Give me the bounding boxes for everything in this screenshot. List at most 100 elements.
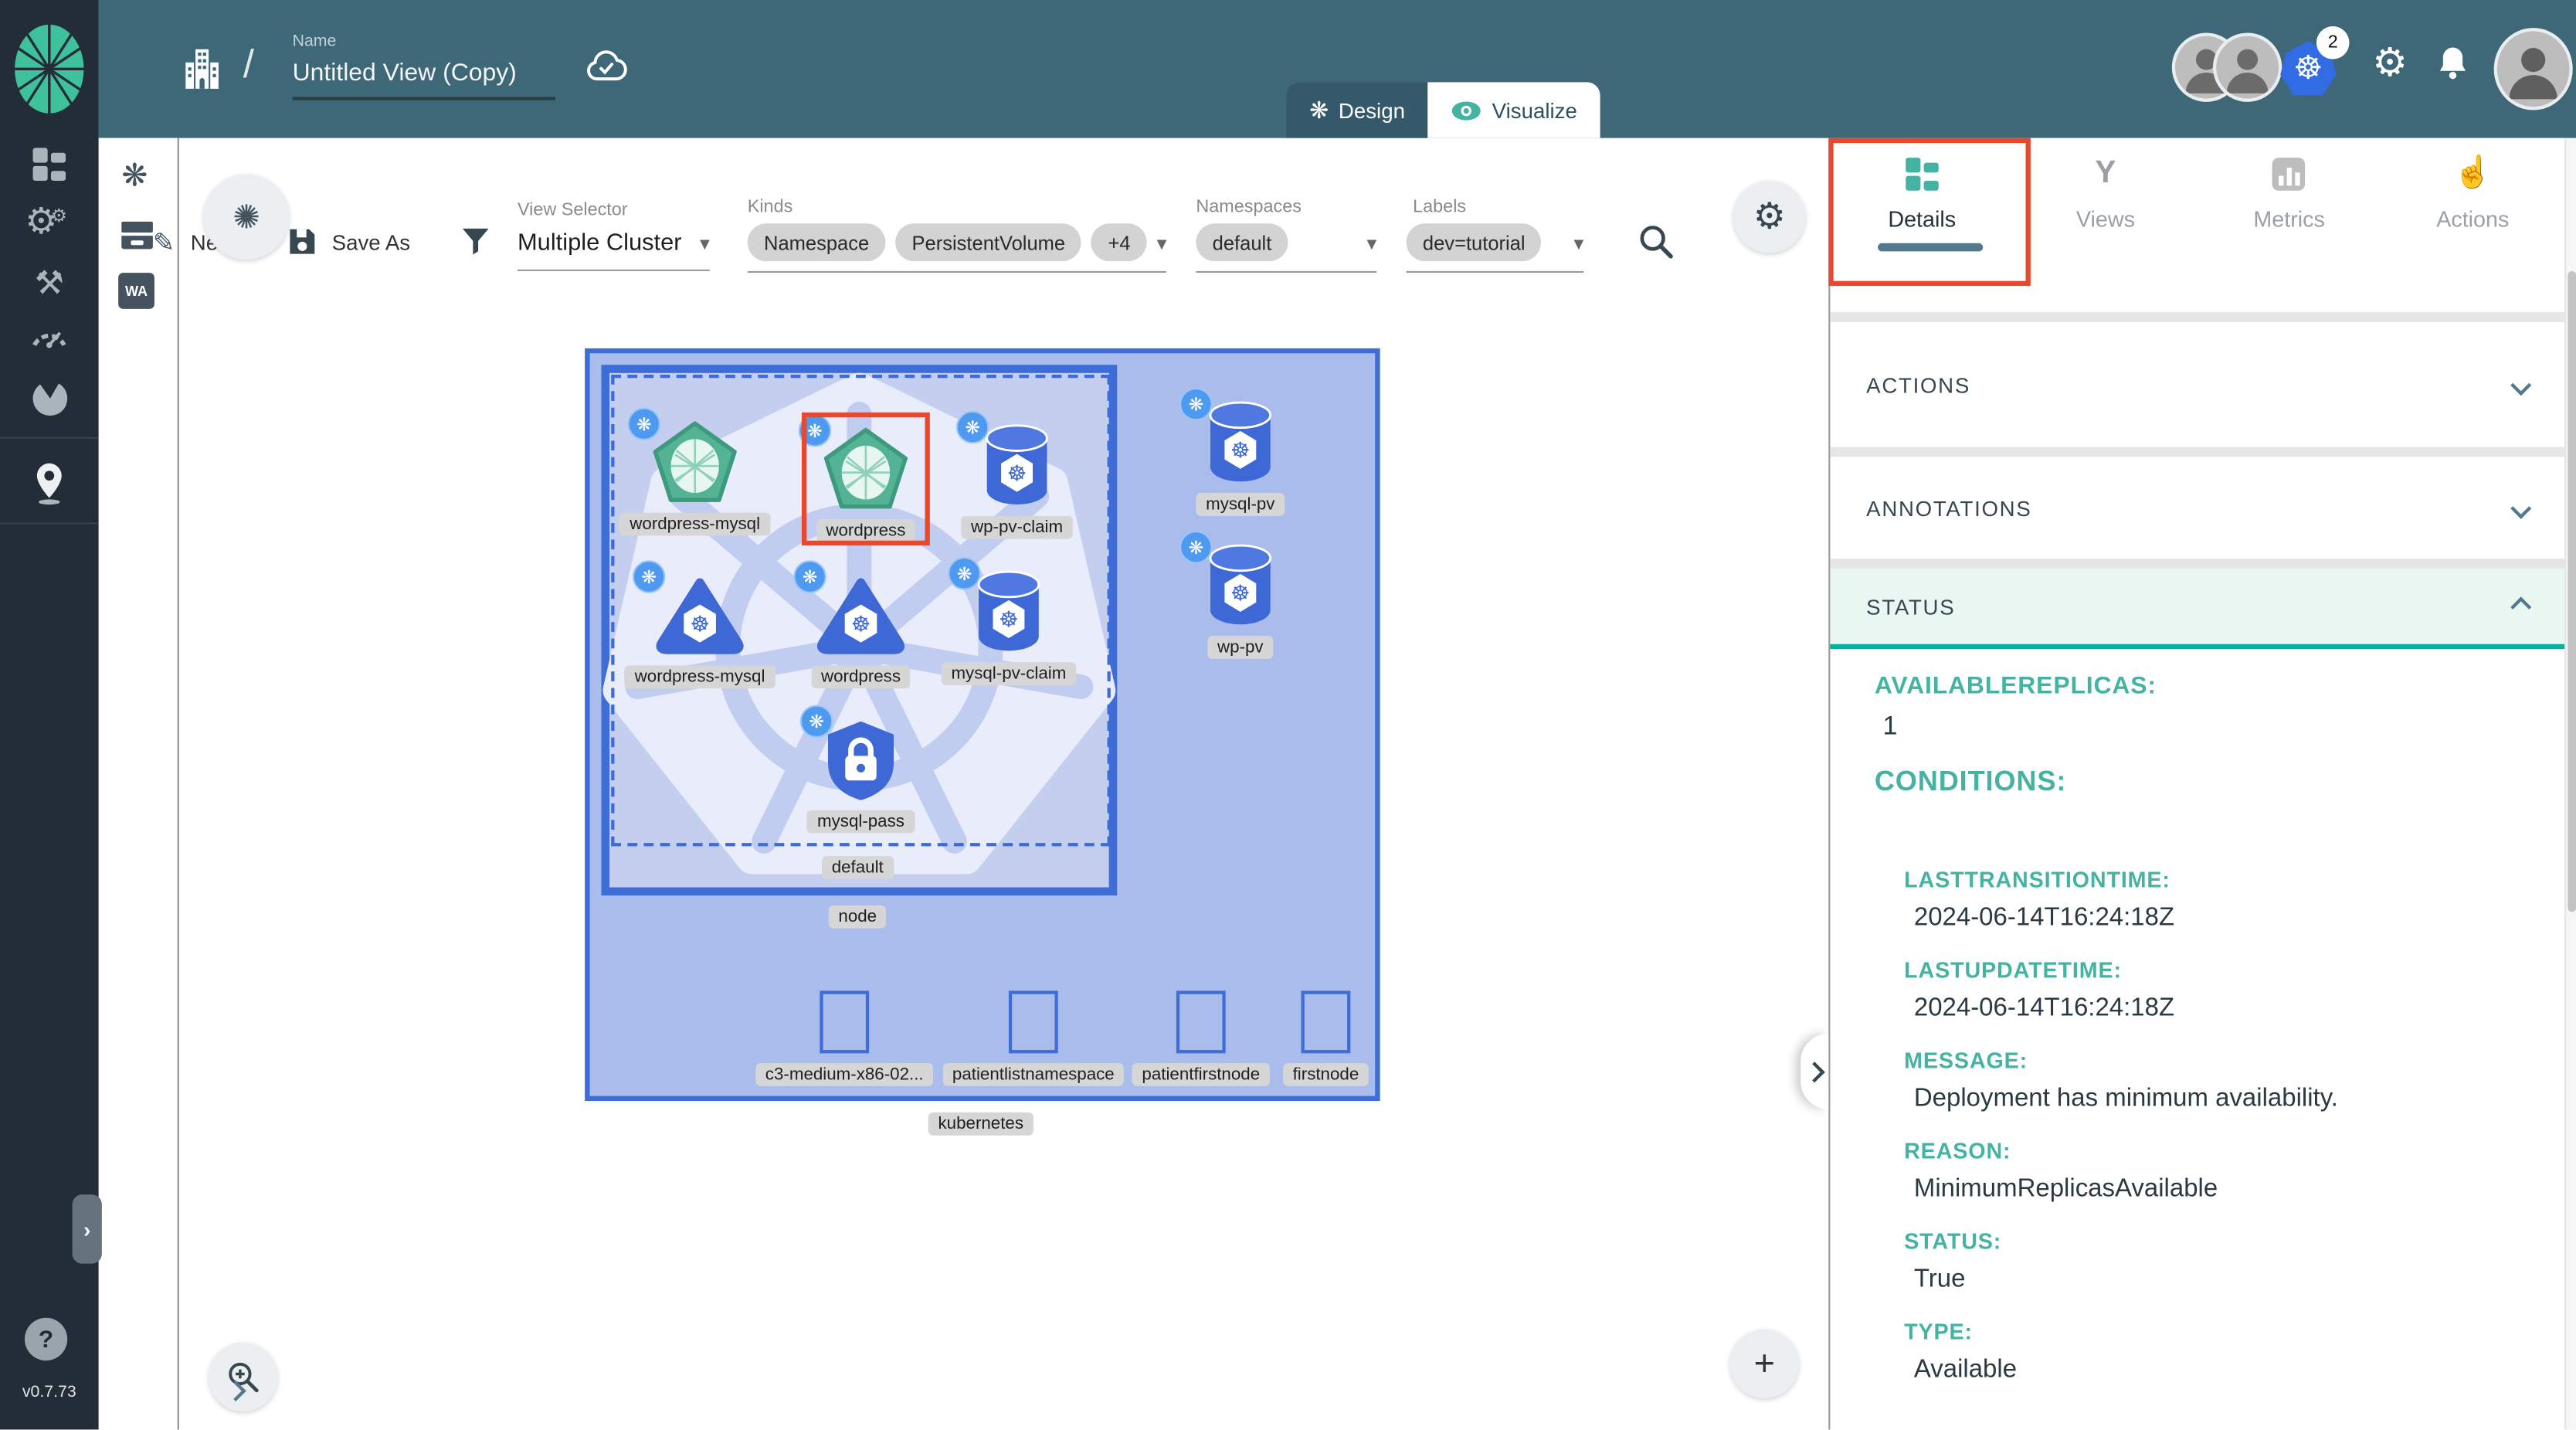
deployment-node[interactable]: ❋ wordpress-mysql [596, 420, 793, 535]
node-square-icon [1302, 991, 1351, 1054]
sidebar-expand-handle[interactable]: › [73, 1194, 102, 1263]
kind-chip[interactable]: PersistentVolume [895, 223, 1081, 261]
wasm-filter-icon[interactable]: WA [118, 273, 154, 309]
tab-metrics[interactable]: Metrics [2198, 138, 2381, 312]
service-triangle-icon: ☸ [816, 577, 905, 656]
help-button[interactable]: ? [25, 1318, 67, 1360]
settings-gear-icon[interactable]: ⚙ [2372, 39, 2408, 87]
labels-dropdown[interactable]: dev=tutorial ▾ [1407, 217, 1584, 273]
pv-node[interactable]: ☸ ❋ mysql-pv [1142, 401, 1339, 516]
nav-sidebar: ⚙⚙ ⚒ › ? v0.7.73 [0, 0, 99, 1429]
zoom-in-button[interactable] [209, 1343, 277, 1411]
pvc-node[interactable]: ☸ ❋ mysql-pv-claim [910, 570, 1107, 685]
status-field: LASTTRANSITIONTIME: 2024-06-14T16:24:18Z [1904, 868, 2564, 933]
namespace-chip[interactable]: default [1196, 223, 1288, 261]
volume-cylinder-icon: ☸ [1203, 544, 1278, 626]
secret-node[interactable]: ❋ mysql-pass [762, 718, 959, 833]
namespaces-filter: Namespaces default ▾ [1196, 197, 1376, 273]
profile-avatar[interactable] [2494, 28, 2573, 110]
volume-cylinder-icon: ☸ [1203, 401, 1278, 483]
sidebar-item-lifecycle[interactable]: ⚙⚙ [0, 200, 99, 243]
svg-text:☸: ☸ [851, 612, 871, 637]
chevron-down-icon: ▾ [1574, 231, 1584, 254]
sidebar-item-dashboard[interactable] [0, 148, 99, 181]
pvc-node[interactable]: ☸ ❋ wp-pv-claim [918, 424, 1115, 539]
search-icon[interactable] [1636, 222, 1675, 261]
panel-scrollbar[interactable] [2564, 138, 2576, 1430]
chevron-up-icon [2510, 596, 2531, 616]
chevron-down-icon [2510, 498, 2531, 518]
meshery-logo[interactable] [13, 23, 86, 115]
namespace-label: default [822, 856, 894, 879]
collaborator-avatar[interactable] [2213, 33, 2282, 102]
sidebar-item-configuration[interactable]: ⚒ [0, 263, 99, 304]
cluster-node[interactable]: firstnode [1227, 991, 1424, 1086]
eye-icon [1451, 100, 1482, 121]
tab-design[interactable]: ❋ Design [1286, 82, 1427, 138]
sidebar-item-explore[interactable] [0, 460, 99, 507]
volume-cylinder-icon: ☸ [971, 570, 1047, 652]
accordion-annotations[interactable]: ANNOTATIONS [1830, 457, 2564, 559]
panel-divider [1830, 559, 2564, 569]
status-field: TYPE: Available [1904, 1320, 2564, 1385]
app-header: / Name ❋ Design Visualize [99, 0, 2576, 138]
node-label: wordpress [811, 665, 911, 688]
node-label: c3-medium-x86-02... [755, 1063, 933, 1086]
sidebar-item-performance[interactable] [0, 322, 99, 348]
kinds-dropdown[interactable]: Namespace PersistentVolume +4 ▾ [748, 217, 1166, 273]
meshsync-badge-icon: ❋ [793, 560, 826, 593]
sidebar-item-extensions[interactable] [0, 381, 99, 416]
view-selector: View Selector Multiple Cluster ▾ [518, 200, 710, 270]
status-value: 1 [1882, 713, 2564, 742]
chevron-down-icon: ▾ [1157, 231, 1167, 254]
accordion-actions[interactable]: ACTIONS [1830, 322, 2564, 447]
canvas-settings-button[interactable]: ⚙ [1733, 181, 1806, 253]
pv-node[interactable]: ☸ ❋ wp-pv [1142, 544, 1339, 659]
mode-toggle: ❋ Design Visualize [1286, 82, 1600, 138]
cluster-node[interactable]: c3-medium-x86-02... [746, 991, 943, 1086]
node-label: wordpress-mysql [620, 513, 770, 536]
service-triangle-icon: ☸ [656, 577, 745, 656]
view-selector-label: View Selector [518, 200, 710, 220]
drawer-icon[interactable] [118, 217, 156, 252]
panel-collapse-button[interactable] [1800, 1034, 1828, 1109]
filter-funnel-icon[interactable] [460, 225, 491, 258]
context-count-badge: 2 [2316, 26, 2350, 59]
scrollbar-thumb[interactable] [2568, 271, 2576, 912]
organization-icon[interactable] [181, 46, 223, 93]
kinds-label: Kinds [748, 197, 1166, 217]
gear-icon: ⚙ [1753, 195, 1786, 238]
view-name-input[interactable] [293, 56, 555, 100]
panel-divider [1830, 312, 2564, 322]
details-panel: Details Y Views Metrics ☝ Actions ACTION… [1828, 138, 2564, 1430]
kind-chip-more[interactable]: +4 [1091, 223, 1147, 261]
accordion-status[interactable]: STATUS [1830, 569, 2564, 649]
annotation-box-wordpress [802, 413, 930, 545]
volume-cylinder-icon: ☸ [979, 424, 1055, 506]
view-selector-dropdown[interactable]: Multiple Cluster ▾ [518, 220, 710, 271]
namespaces-dropdown[interactable]: default ▾ [1196, 217, 1376, 273]
meshery-app: / Name ❋ Design Visualize [0, 0, 2576, 1429]
edit-pencil-icon[interactable]: ✎ [153, 227, 175, 260]
node-square-icon [820, 991, 869, 1054]
meshsync-badge-icon: ❋ [627, 407, 660, 440]
location-pin-icon [29, 460, 69, 507]
meshsync-badge-icon: ❋ [948, 557, 981, 590]
add-node-button[interactable]: + [1730, 1330, 1799, 1398]
label-chip[interactable]: dev=tutorial [1407, 223, 1542, 261]
designs-spiral-icon[interactable]: ❋ [121, 158, 148, 195]
mesh-sync-button[interactable]: ✺ [204, 174, 290, 260]
status-field: REASON: MinimumReplicasAvailable [1904, 1139, 2564, 1204]
app-version: v0.7.73 [0, 1384, 99, 1401]
tab-views[interactable]: Y Views [2014, 138, 2198, 312]
meshsync-badge-icon: ❋ [633, 560, 666, 593]
kind-chip[interactable]: Namespace [748, 223, 886, 261]
meshsync-badge-icon: ❋ [1179, 531, 1213, 564]
metrics-bars-icon [2272, 158, 2306, 191]
name-field-label: Name [293, 33, 337, 51]
tab-visualize[interactable]: Visualize [1428, 82, 1600, 138]
notifications-bell-icon[interactable] [2435, 44, 2471, 83]
save-as-button[interactable]: Save As [332, 230, 410, 255]
tab-actions[interactable]: ☝ Actions [2381, 138, 2564, 312]
gears-icon: ⚙⚙ [25, 200, 73, 243]
